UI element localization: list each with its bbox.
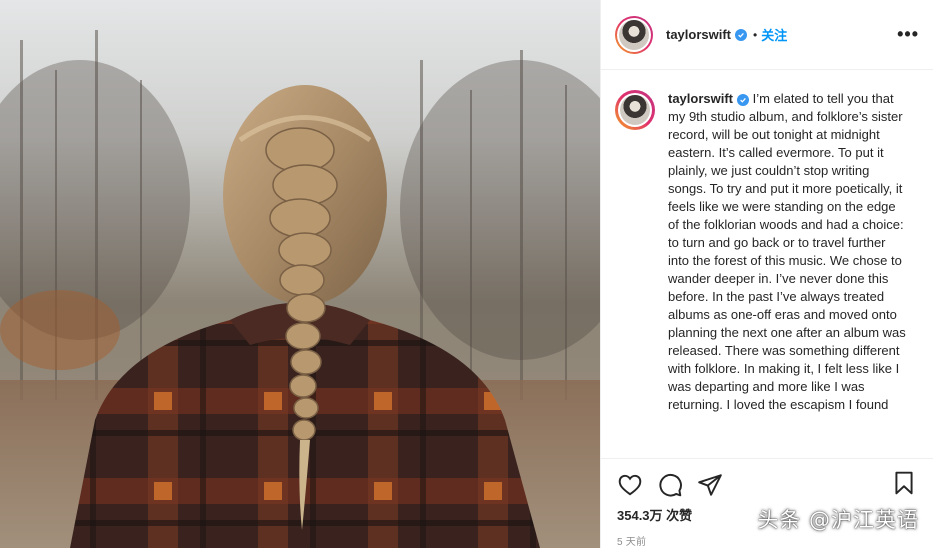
bookmark-icon[interactable]: [891, 470, 917, 496]
caption-username[interactable]: taylorswift: [668, 91, 733, 106]
caption-avatar[interactable]: [615, 90, 655, 130]
separator-dot: •: [753, 27, 758, 42]
bookmark-button[interactable]: [891, 470, 917, 501]
header-username[interactable]: taylorswift: [666, 27, 731, 42]
post-timestamp[interactable]: 5 天前: [617, 533, 917, 548]
avatar-ring: [617, 17, 651, 52]
braid-photo-illustration: [0, 0, 600, 548]
instagram-post: taylorswift • 关注 ••• taylorswift I’m ela…: [0, 0, 933, 548]
caption-avatar-ring: [618, 93, 652, 127]
post-header: taylorswift • 关注 •••: [601, 0, 933, 70]
follow-button[interactable]: 关注: [761, 25, 787, 44]
action-icon-row: [617, 471, 917, 499]
avatar-image: [619, 19, 649, 50]
share-icon[interactable]: [697, 472, 723, 498]
caption: taylorswift I’m elated to tell you that …: [668, 90, 908, 458]
comment-icon[interactable]: [657, 472, 683, 498]
caption-body: I’m elated to tell you that my 9th studi…: [668, 91, 906, 412]
verified-icon: [735, 28, 748, 41]
post-photo[interactable]: [0, 0, 600, 548]
watermark: 头条 @沪江英语: [757, 508, 919, 532]
more-horizontal-icon[interactable]: •••: [897, 24, 919, 45]
avatar[interactable]: [615, 15, 653, 54]
heart-icon[interactable]: [617, 472, 643, 498]
caption-avatar-image: [620, 95, 650, 125]
post-side-panel: taylorswift • 关注 ••• taylorswift I’m ela…: [600, 0, 933, 548]
caption-verified-icon: [737, 94, 750, 106]
post-actions: 354.3万 次赞 5 天前: [601, 458, 933, 548]
caption-area: taylorswift I’m elated to tell you that …: [601, 70, 933, 458]
